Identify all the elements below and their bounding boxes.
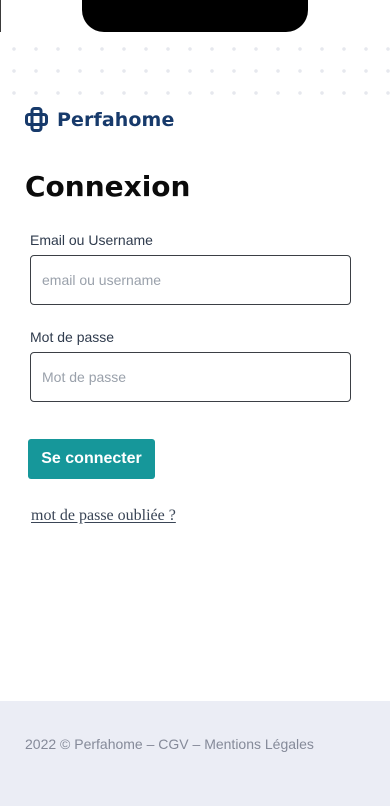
- email-label: Email ou Username: [30, 232, 153, 248]
- password-label: Mot de passe: [30, 329, 115, 345]
- brand-name: Perfahome: [57, 108, 175, 131]
- password-field[interactable]: [30, 352, 351, 402]
- dot-pattern-decoration: [0, 36, 390, 100]
- footer-text: 2022 © Perfahome – CGV – Mentions Légale…: [25, 736, 314, 752]
- page-title: Connexion: [25, 170, 191, 203]
- perfahome-cross-icon: [25, 107, 48, 132]
- footer: 2022 © Perfahome – CGV – Mentions Légale…: [0, 701, 390, 806]
- device-frame-edge: [0, 0, 1, 32]
- forgot-password-link[interactable]: mot de passe oubliée ?: [31, 507, 176, 525]
- login-button[interactable]: Se connecter: [28, 439, 155, 479]
- email-field[interactable]: [30, 255, 351, 305]
- brand-logo[interactable]: Perfahome: [25, 107, 174, 132]
- device-notch: [82, 0, 308, 32]
